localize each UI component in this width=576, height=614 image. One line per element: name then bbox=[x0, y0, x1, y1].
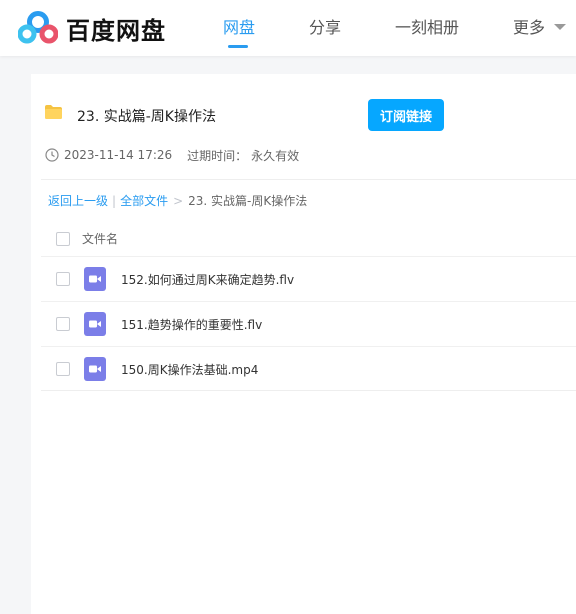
table-row[interactable]: 151.趋势操作的重要性.flv bbox=[41, 301, 576, 346]
created-time: 2023-11-14 17:26 bbox=[64, 148, 173, 162]
row-checkbox[interactable] bbox=[56, 317, 70, 331]
top-navigation-bar: 百度网盘 网盘 分享 一刻相册 更多 bbox=[0, 0, 576, 56]
breadcrumb: 返回上一级 | 全部文件 > 23. 实战篇-周K操作法 bbox=[48, 192, 307, 209]
share-title: 23. 实战篇-周K操作法 bbox=[77, 109, 216, 125]
video-file-icon bbox=[84, 312, 106, 336]
nav-item-more[interactable]: 更多 bbox=[513, 14, 545, 38]
nav-item-share[interactable]: 分享 bbox=[309, 14, 341, 38]
expire-label: 过期时间： bbox=[187, 148, 248, 163]
table-row[interactable]: 152.如何通过周K来确定趋势.flv bbox=[41, 256, 576, 301]
file-name[interactable]: 150.周K操作法基础.mp4 bbox=[121, 361, 258, 378]
breadcrumb-back-link[interactable]: 返回上一级 bbox=[48, 192, 108, 209]
file-name[interactable]: 152.如何通过周K来确定趋势.flv bbox=[121, 271, 294, 288]
chevron-down-icon[interactable] bbox=[554, 24, 566, 30]
column-header-filename[interactable]: 文件名 bbox=[82, 230, 118, 247]
nav-active-indicator bbox=[228, 45, 248, 48]
table-row[interactable]: 150.周K操作法基础.mp4 bbox=[41, 346, 576, 391]
share-card: 23. 实战篇-周K操作法 订阅链接 2023-11-14 17:26 过期时间… bbox=[31, 74, 576, 614]
video-file-icon bbox=[84, 267, 106, 291]
select-all-checkbox[interactable] bbox=[56, 232, 70, 246]
table-bottom-divider bbox=[41, 390, 576, 391]
folder-icon bbox=[45, 105, 62, 119]
baidu-netdisk-logo-icon bbox=[18, 11, 58, 44]
breadcrumb-arrow: > bbox=[173, 193, 184, 208]
breadcrumb-all-files-link[interactable]: 全部文件 bbox=[120, 192, 168, 209]
file-name[interactable]: 151.趋势操作的重要性.flv bbox=[121, 316, 262, 333]
video-file-icon bbox=[84, 357, 106, 381]
nav-item-netdisk[interactable]: 网盘 bbox=[223, 14, 255, 38]
header-divider bbox=[41, 179, 576, 180]
subscribe-link-button[interactable]: 订阅链接 bbox=[368, 99, 444, 131]
row-checkbox[interactable] bbox=[56, 362, 70, 376]
breadcrumb-separator: | bbox=[112, 193, 117, 208]
row-checkbox[interactable] bbox=[56, 272, 70, 286]
breadcrumb-current: 23. 实战篇-周K操作法 bbox=[188, 194, 308, 208]
clock-icon bbox=[45, 148, 59, 162]
nav-item-album[interactable]: 一刻相册 bbox=[395, 14, 459, 38]
share-meta: 2023-11-14 17:26 过期时间： 永久有效 bbox=[45, 147, 299, 163]
brand-name: 百度网盘 bbox=[66, 16, 166, 45]
brand-logo[interactable]: 百度网盘 bbox=[18, 10, 166, 46]
expire-value: 永久有效 bbox=[251, 148, 300, 163]
